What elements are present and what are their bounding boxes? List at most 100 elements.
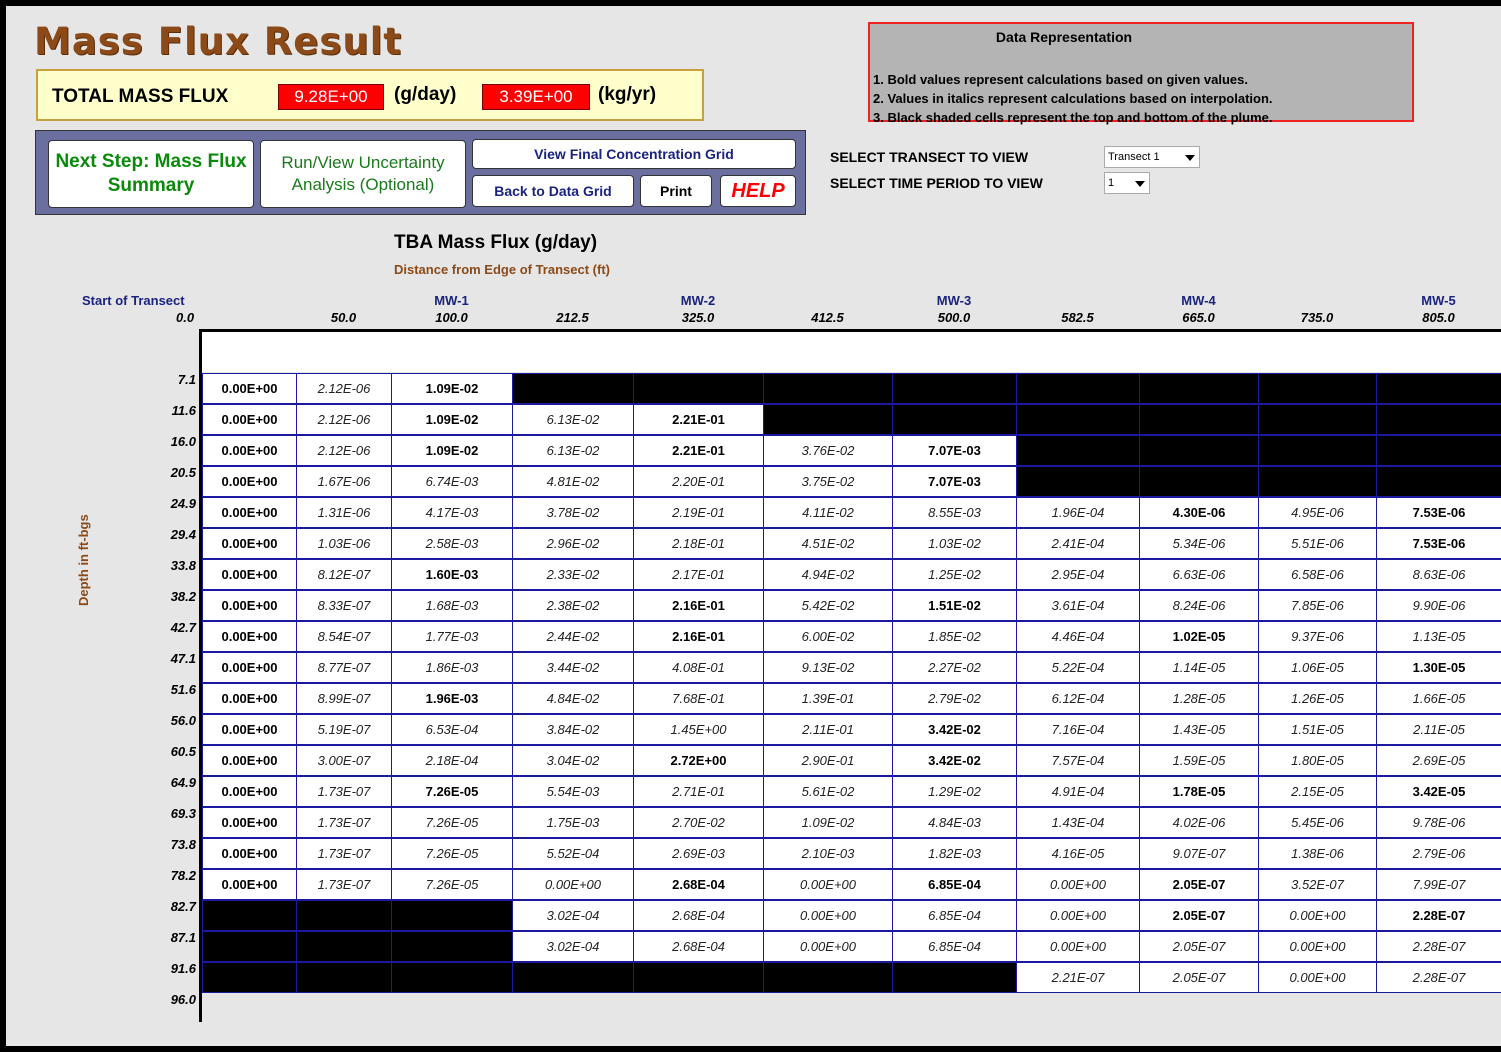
flux-cell-interpolated: 4.11E-02: [763, 497, 893, 528]
depth-label: 29.4: [170, 527, 196, 542]
plume-boundary-cell: [202, 900, 297, 931]
flux-cell-given: 3.42E-02: [892, 714, 1017, 745]
total-flux-kgyr-value: 3.39E+00: [482, 84, 590, 110]
flux-cell-interpolated: 2.41E-04: [1016, 528, 1140, 559]
flux-cell-interpolated: 4.46E-04: [1016, 621, 1140, 652]
flux-cell-interpolated: 4.94E-02: [763, 559, 893, 590]
flux-cell-given: 7.53E-06: [1376, 528, 1501, 559]
flux-cell-interpolated: 4.95E-06: [1258, 497, 1377, 528]
flux-cell-interpolated: 6.58E-06: [1258, 559, 1377, 590]
flux-cell-interpolated: 2.27E-02: [892, 652, 1017, 683]
flux-cell-interpolated: 3.02E-04: [512, 931, 634, 962]
flux-cell-interpolated: 5.22E-04: [1016, 652, 1140, 683]
flux-cell-interpolated: 2.11E-05: [1376, 714, 1501, 745]
flux-cell-given: 1.09E-02: [391, 404, 513, 435]
depth-label: 96.0: [170, 992, 196, 1007]
chevron-down-icon[interactable]: [1185, 155, 1195, 161]
plume-boundary-cell: [1139, 466, 1259, 497]
depth-label: 60.5: [170, 744, 196, 759]
flux-cell-interpolated: 2.18E-04: [391, 745, 513, 776]
flux-cell-interpolated: 1.43E-05: [1139, 714, 1259, 745]
flux-cell-interpolated: 1.59E-05: [1139, 745, 1259, 776]
time-period-select[interactable]: 1: [1104, 172, 1150, 194]
flux-cell-given: 1.30E-05: [1376, 652, 1501, 683]
flux-cell-given: 0.00E+00: [202, 404, 297, 435]
flux-cell-interpolated: 1.73E-07: [296, 869, 392, 900]
flux-cell-given: 0.00E+00: [202, 466, 297, 497]
plume-boundary-cell: [1016, 404, 1140, 435]
column-distance-header: 50.0: [330, 310, 357, 325]
flux-cell-interpolated: 8.24E-06: [1139, 590, 1259, 621]
chevron-down-icon[interactable]: [1135, 181, 1145, 187]
flux-cell-interpolated: 9.90E-06: [1376, 590, 1501, 621]
view-final-concentration-grid-button[interactable]: View Final Concentration Grid: [472, 139, 796, 169]
flux-cell-interpolated: 2.10E-03: [763, 838, 893, 869]
flux-cell-interpolated: 2.12E-06: [296, 435, 392, 466]
flux-cell-interpolated: 2.38E-02: [512, 590, 634, 621]
flux-cell-given: 1.78E-05: [1139, 776, 1259, 807]
flux-cell-interpolated: 3.84E-02: [512, 714, 634, 745]
plume-boundary-cell: [512, 962, 634, 993]
flux-cell-interpolated: 0.00E+00: [763, 900, 893, 931]
flux-cell-interpolated: 1.03E-02: [892, 528, 1017, 559]
depth-label: 56.0: [170, 713, 196, 728]
column-distance-header: 412.5: [811, 310, 844, 325]
column-distance-header: 665.0: [1182, 310, 1215, 325]
total-flux-gday-value: 9.28E+00: [278, 84, 384, 110]
plume-boundary-cell: [1376, 404, 1501, 435]
flux-cell-interpolated: 5.51E-06: [1258, 528, 1377, 559]
flux-cell-interpolated: 4.91E-04: [1016, 776, 1140, 807]
flux-cell-given: 0.00E+00: [202, 497, 297, 528]
flux-cell-interpolated: 4.16E-05: [1016, 838, 1140, 869]
grid-subtitle: Distance from Edge of Transect (ft): [394, 262, 610, 277]
depth-label: 91.6: [170, 961, 196, 976]
flux-cell-given: 7.26E-05: [391, 776, 513, 807]
flux-cell-interpolated: 2.12E-06: [296, 373, 392, 404]
plume-boundary-cell: [391, 931, 513, 962]
column-distance-header: 100.0: [435, 310, 468, 325]
flux-cell-interpolated: 2.79E-06: [1376, 838, 1501, 869]
flux-cell-interpolated: 1.09E-02: [763, 807, 893, 838]
flux-cell-interpolated: 8.33E-07: [296, 590, 392, 621]
flux-cell-interpolated: 6.85E-04: [892, 900, 1017, 931]
flux-cell-interpolated: 1.75E-03: [512, 807, 634, 838]
next-step-mass-flux-summary-button[interactable]: Next Step: Mass Flux Summary: [48, 140, 254, 208]
plume-boundary-cell: [1016, 373, 1140, 404]
flux-cell-interpolated: 2.33E-02: [512, 559, 634, 590]
run-uncertainty-analysis-button[interactable]: Run/View Uncertainty Analysis (Optional): [260, 140, 466, 208]
flux-cell-given: 0.00E+00: [202, 838, 297, 869]
flux-cell-given: 7.07E-03: [892, 466, 1017, 497]
column-distance-header: 325.0: [681, 310, 715, 325]
transect-select[interactable]: Transect 1: [1104, 146, 1200, 168]
plume-boundary-cell: [391, 962, 513, 993]
flux-cell-interpolated: 2.28E-07: [1376, 962, 1501, 993]
depth-label: 87.1: [170, 930, 196, 945]
flux-cell-interpolated: 6.53E-04: [391, 714, 513, 745]
plume-boundary-cell: [202, 931, 297, 962]
flux-cell-interpolated: 1.38E-06: [1258, 838, 1377, 869]
flux-cell-interpolated: 2.79E-02: [892, 683, 1017, 714]
navigation-panel: Next Step: Mass Flux Summary Run/View Un…: [35, 130, 806, 215]
flux-cell-interpolated: 2.20E-01: [633, 466, 764, 497]
flux-cell-given: 2.21E-01: [633, 435, 764, 466]
flux-cell-interpolated: 8.12E-07: [296, 559, 392, 590]
flux-cell-given: 2.05E-07: [1139, 869, 1259, 900]
flux-cell-interpolated: 2.11E-01: [763, 714, 893, 745]
flux-cell-interpolated: 7.85E-06: [1258, 590, 1377, 621]
flux-cell-interpolated: 0.00E+00: [763, 869, 893, 900]
select-time-period-label: SELECT TIME PERIOD TO VIEW: [830, 175, 1043, 191]
flux-cell-interpolated: 1.66E-05: [1376, 683, 1501, 714]
depth-label: 7.1: [177, 372, 196, 387]
flux-cell-given: 6.85E-04: [892, 869, 1017, 900]
flux-cell-interpolated: 3.00E-07: [296, 745, 392, 776]
flux-cell-interpolated: 9.78E-06: [1376, 807, 1501, 838]
depth-label: 20.5: [170, 465, 196, 480]
start-of-transect-value: 0.0: [176, 310, 195, 325]
flux-cell-interpolated: 1.06E-05: [1258, 652, 1377, 683]
plume-boundary-cell: [1016, 435, 1140, 466]
help-button[interactable]: HELP: [720, 175, 796, 207]
flux-cell-given: 1.09E-02: [391, 435, 513, 466]
print-button[interactable]: Print: [640, 175, 712, 207]
plume-boundary-cell: [633, 962, 764, 993]
back-to-data-grid-button[interactable]: Back to Data Grid: [472, 175, 634, 207]
